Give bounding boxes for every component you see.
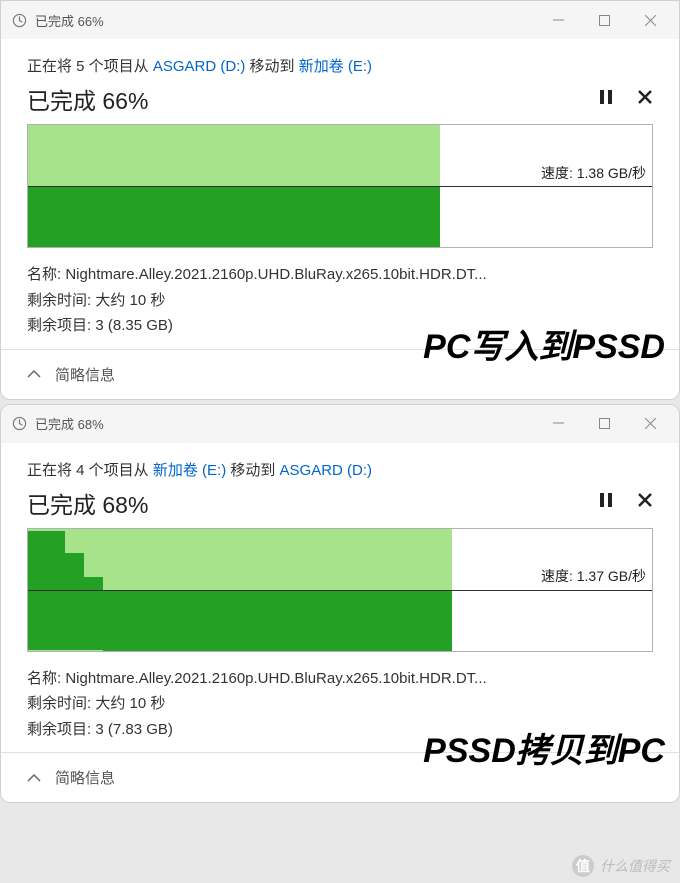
annotation-overlay: PC写入到PSSD: [423, 319, 665, 368]
file-copy-dialog: 已完成 68% 正在将 4 个项目从 新加卷 (E:) 移动到 ASGARD (…: [0, 404, 680, 804]
clock-icon: [11, 416, 27, 432]
cancel-button[interactable]: [637, 89, 653, 110]
cancel-button[interactable]: [637, 492, 653, 513]
progress-text: 已完成 68%: [27, 486, 148, 520]
chevron-up-icon: [27, 773, 41, 783]
speed-label: 速度: 1.37 GB/秒: [541, 566, 646, 588]
annotation-overlay: PSSD拷贝到PC: [423, 723, 665, 772]
titlebar[interactable]: 已完成 66%: [1, 1, 679, 39]
source-drive-link[interactable]: ASGARD (D:): [153, 58, 246, 75]
window-title: 已完成 66%: [35, 11, 535, 30]
file-name-row: 名称: Nightmare.Alley.2021.2160p.UHD.BluRa…: [27, 666, 653, 692]
speed-chart: 速度: 1.38 GB/秒: [27, 124, 653, 248]
move-description: 正在将 4 个项目从 新加卷 (E:) 移动到 ASGARD (D:): [27, 459, 653, 480]
move-description: 正在将 5 个项目从 ASGARD (D:) 移动到 新加卷 (E:): [27, 55, 653, 76]
remaining-time-row: 剩余时间: 大约 10 秒: [27, 288, 653, 314]
remaining-time-row: 剩余时间: 大约 10 秒: [27, 691, 653, 717]
window-title: 已完成 68%: [35, 414, 535, 433]
speed-chart: 速度: 1.37 GB/秒: [27, 528, 653, 652]
titlebar[interactable]: 已完成 68%: [1, 405, 679, 443]
minimize-button[interactable]: [535, 408, 581, 440]
minimize-button[interactable]: [535, 4, 581, 36]
speed-label: 速度: 1.38 GB/秒: [541, 163, 646, 185]
close-window-button[interactable]: [627, 4, 673, 36]
dest-drive-link[interactable]: ASGARD (D:): [280, 462, 373, 479]
close-window-button[interactable]: [627, 408, 673, 440]
watermark-icon: 值: [572, 855, 594, 877]
source-drive-link[interactable]: 新加卷 (E:): [153, 462, 226, 479]
dest-drive-link[interactable]: 新加卷 (E:): [299, 58, 372, 75]
clock-icon: [11, 12, 27, 28]
pause-button[interactable]: [599, 492, 613, 513]
progress-text: 已完成 66%: [27, 82, 148, 116]
maximize-button[interactable]: [581, 4, 627, 36]
file-name-row: 名称: Nightmare.Alley.2021.2160p.UHD.BluRa…: [27, 262, 653, 288]
pause-button[interactable]: [599, 89, 613, 110]
watermark: 值 什么值得买: [572, 855, 670, 877]
chevron-up-icon: [27, 369, 41, 379]
maximize-button[interactable]: [581, 408, 627, 440]
file-copy-dialog: 已完成 66% 正在将 5 个项目从 ASGARD (D:) 移动到 新加卷 (…: [0, 0, 680, 400]
